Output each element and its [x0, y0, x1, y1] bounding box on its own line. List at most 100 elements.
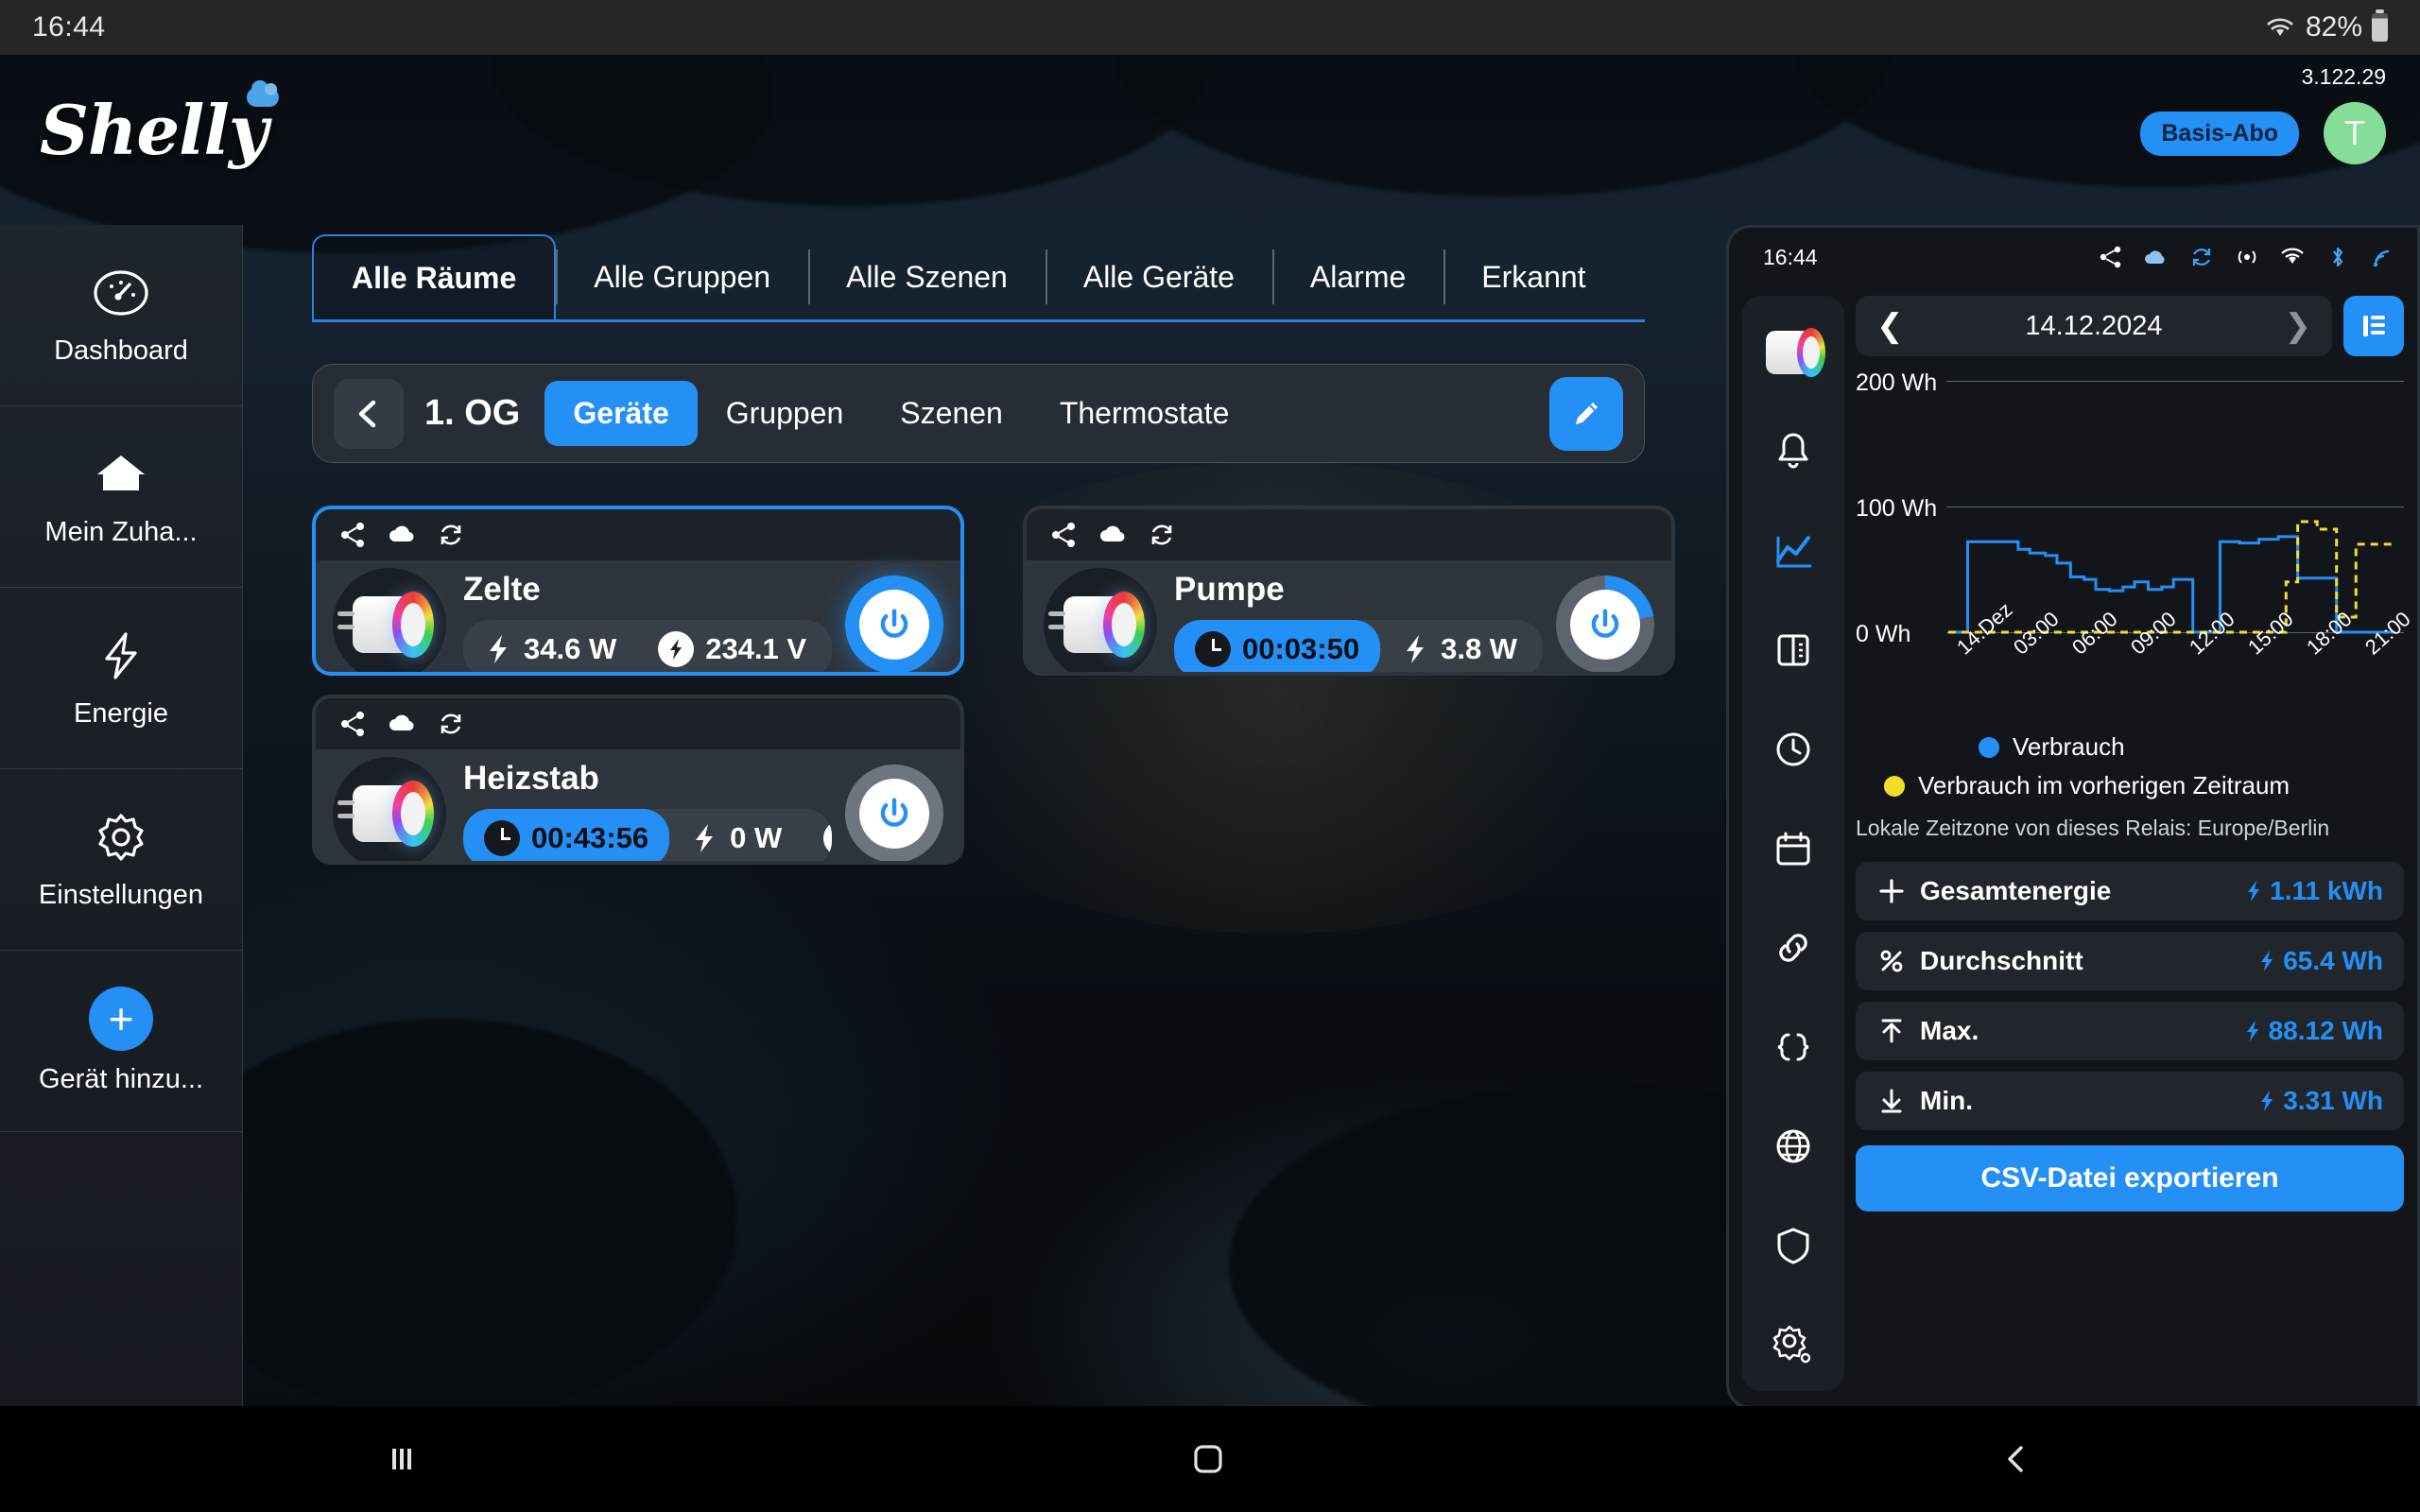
metric-voltage	[803, 809, 832, 861]
device-metrics: 00:03:50 3.8 W	[1174, 620, 1543, 672]
shield-icon[interactable]	[1748, 1198, 1839, 1292]
detail-icon-rail	[1742, 296, 1844, 1391]
stat-row-min: Min. 3.31 Wh	[1856, 1072, 2404, 1130]
share-icon[interactable]	[2098, 246, 2124, 268]
stat-row-durchschnitt: Durchschnitt 65.4 Wh	[1856, 932, 2404, 990]
tab-erkannt[interactable]: Erkannt	[1443, 234, 1623, 319]
cloud-icon[interactable]	[1098, 521, 1127, 549]
stat-label: Min.	[1920, 1086, 1973, 1115]
edit-room-button[interactable]	[1549, 376, 1623, 451]
cloud-icon[interactable]	[388, 710, 416, 738]
chevron-left-icon[interactable]: ❮	[1876, 307, 1904, 345]
metric-timer: 00:43:56	[463, 809, 670, 861]
tab-alle-raeume[interactable]: Alle Räume	[312, 234, 557, 319]
device-card-body: Zelte 34.6 W 234.1 V	[316, 560, 960, 672]
segment-szenen[interactable]: Szenen	[872, 381, 1031, 446]
bluetooth-icon[interactable]	[2325, 246, 2351, 268]
bolt-icon	[1401, 633, 1429, 665]
bell-icon[interactable]	[1748, 404, 1839, 498]
bar-list-icon[interactable]	[2343, 296, 2404, 356]
sidebar-item-label: Mein Zuha...	[44, 517, 198, 547]
share-icon[interactable]	[338, 710, 367, 738]
clock-icon[interactable]	[1748, 702, 1839, 796]
export-csv-button[interactable]: CSV-Datei exportieren	[1856, 1145, 2404, 1211]
tab-label: Alle Geräte	[1082, 259, 1235, 294]
app-version: 3.122.29	[2301, 64, 2386, 89]
avatar[interactable]: T	[2324, 102, 2386, 164]
bolt-icon	[690, 822, 718, 854]
tab-alle-geraete[interactable]: Alle Geräte	[1045, 234, 1272, 319]
legend-item-verbrauch: Verbrauch	[1856, 732, 2404, 762]
device-detail-panel: 16:44 ❮ 14.12.2024 ❯ 200 Wh 100 Wh 0 Wh …	[1726, 225, 2420, 1409]
refresh-icon[interactable]	[1148, 521, 1176, 549]
device-card-pumpe[interactable]: Pumpe 00:03:50 3.8 W	[1023, 506, 1675, 676]
sidebar-item-mein-zuhause[interactable]: Mein Zuha...	[0, 406, 242, 588]
link-icon[interactable]	[1748, 901, 1839, 994]
device-plug-icon[interactable]	[1748, 305, 1839, 399]
stat-value: 3.31 Wh	[2258, 1086, 2383, 1116]
recents-icon[interactable]	[383, 1440, 421, 1478]
wifi-icon[interactable]	[2279, 246, 2306, 268]
device-image-plug	[333, 568, 446, 672]
calendar-icon[interactable]	[1748, 801, 1839, 895]
selected-date: 14.12.2024	[2025, 310, 2163, 341]
share-icon[interactable]	[1049, 521, 1078, 549]
cloud-icon[interactable]	[388, 521, 416, 549]
sidebar-item-label: Energie	[74, 698, 168, 729]
detail-panel-time: 16:44	[1763, 244, 1818, 269]
sidebar-item-dashboard[interactable]: Dashboard	[0, 225, 242, 406]
segment-gruppen[interactable]: Gruppen	[698, 381, 873, 446]
sidebar-item-einstellungen[interactable]: Einstellungen	[0, 769, 242, 951]
tab-label: Alle Szenen	[846, 259, 1008, 294]
cloud-icon[interactable]	[2143, 246, 2169, 268]
gauge-icon	[92, 264, 150, 322]
tab-alle-szenen[interactable]: Alle Szenen	[808, 234, 1046, 319]
panel-icon[interactable]	[1748, 603, 1839, 696]
power-icon	[880, 798, 908, 827]
chart-line-icon[interactable]	[1748, 504, 1839, 597]
signal-icon[interactable]	[2370, 246, 2396, 268]
stat-row-gesamtenergie: Gesamtenergie 1.11 kWh	[1856, 862, 2404, 920]
metric-value: 234.1 V	[705, 632, 807, 665]
refresh-icon[interactable]	[437, 521, 465, 549]
metric-value: 3.8 W	[1441, 632, 1518, 665]
code-icon[interactable]	[1748, 1000, 1839, 1093]
tab-alle-gruppen[interactable]: Alle Gruppen	[556, 234, 808, 319]
device-card-heizstab[interactable]: Heizstab 00:43:56 0 W	[312, 695, 964, 865]
segment-thermostate[interactable]: Thermostate	[1031, 381, 1258, 446]
sidebar-item-geraet-hinzufuegen[interactable]: + Gerät hinzu...	[0, 951, 242, 1132]
segment-geraete[interactable]: Geräte	[544, 381, 698, 446]
metric-value: 0 W	[730, 821, 783, 854]
device-card-zelte[interactable]: Zelte 34.6 W 234.1 V	[312, 506, 964, 676]
device-power-button[interactable]	[845, 765, 943, 861]
arrow-down-icon	[1876, 1086, 1907, 1116]
share-icon[interactable]	[338, 521, 367, 549]
android-nav-bar	[0, 1406, 2420, 1512]
gear-settings-icon[interactable]	[1748, 1297, 1839, 1391]
refresh-icon[interactable]	[437, 710, 465, 738]
metric-timer: 00:03:50	[1174, 620, 1381, 672]
tab-alarme[interactable]: Alarme	[1271, 234, 1443, 319]
bolt-icon	[92, 627, 150, 685]
refresh-icon[interactable]	[2188, 246, 2215, 268]
home-icon	[92, 445, 150, 504]
subscription-badge[interactable]: Basis-Abo	[2140, 112, 2299, 156]
room-back-button[interactable]	[334, 378, 404, 449]
device-power-button[interactable]	[845, 576, 943, 672]
sidebar-item-energie[interactable]: Energie	[0, 588, 242, 769]
globe-icon[interactable]	[1748, 1099, 1839, 1193]
plus-icon	[1876, 876, 1907, 906]
home-circle-icon[interactable]	[1186, 1437, 1230, 1481]
device-card-status-icons	[1027, 509, 1671, 560]
broadcast-icon[interactable]	[2234, 246, 2260, 268]
device-power-button[interactable]	[1556, 576, 1654, 672]
chevron-right-icon[interactable]: ❯	[2285, 307, 2312, 345]
metric-voltage	[1538, 620, 1543, 672]
chevron-left-icon	[358, 400, 376, 427]
sidebar: Dashboard Mein Zuha... Energie Einstellu…	[0, 225, 243, 1409]
room-name: 1. OG	[424, 393, 521, 433]
battery-percent: 82%	[2305, 11, 2362, 43]
logo-text: Shelly	[40, 90, 268, 170]
arrow-up-icon	[1876, 1016, 1907, 1046]
back-icon[interactable]	[1996, 1438, 2037, 1480]
